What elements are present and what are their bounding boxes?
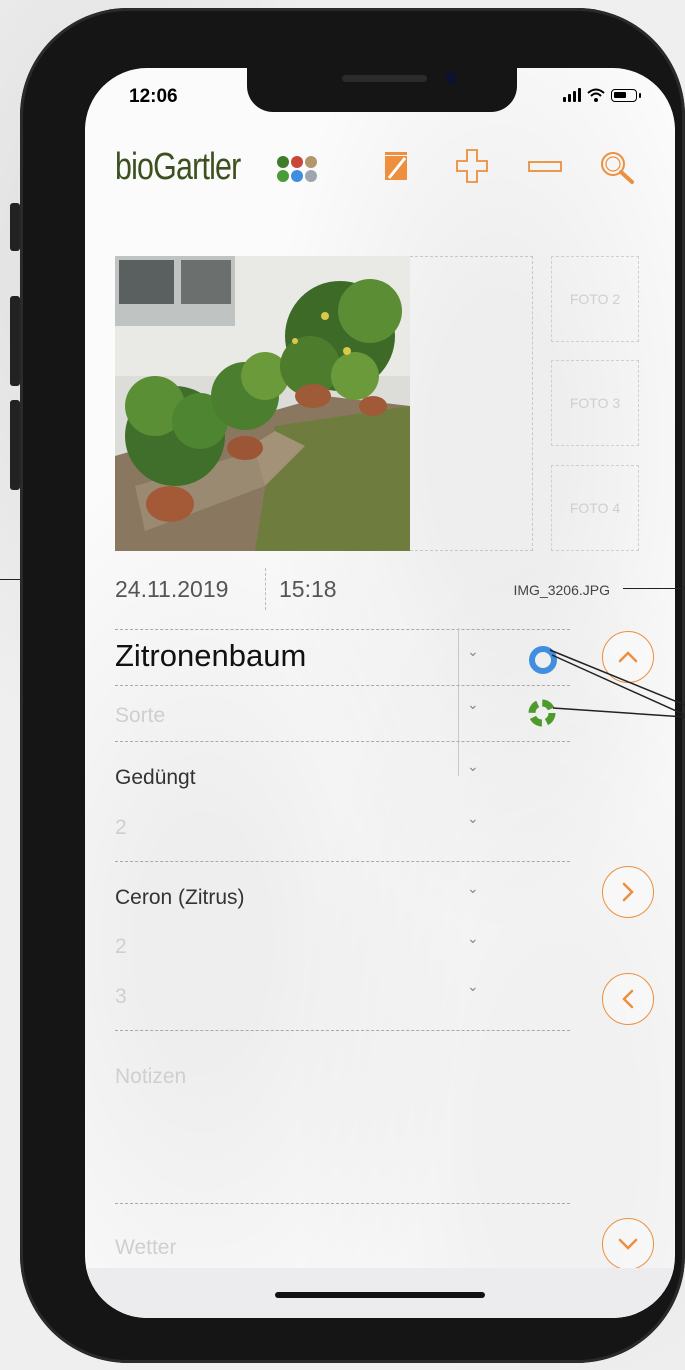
- status-callout-lines: [549, 649, 685, 718]
